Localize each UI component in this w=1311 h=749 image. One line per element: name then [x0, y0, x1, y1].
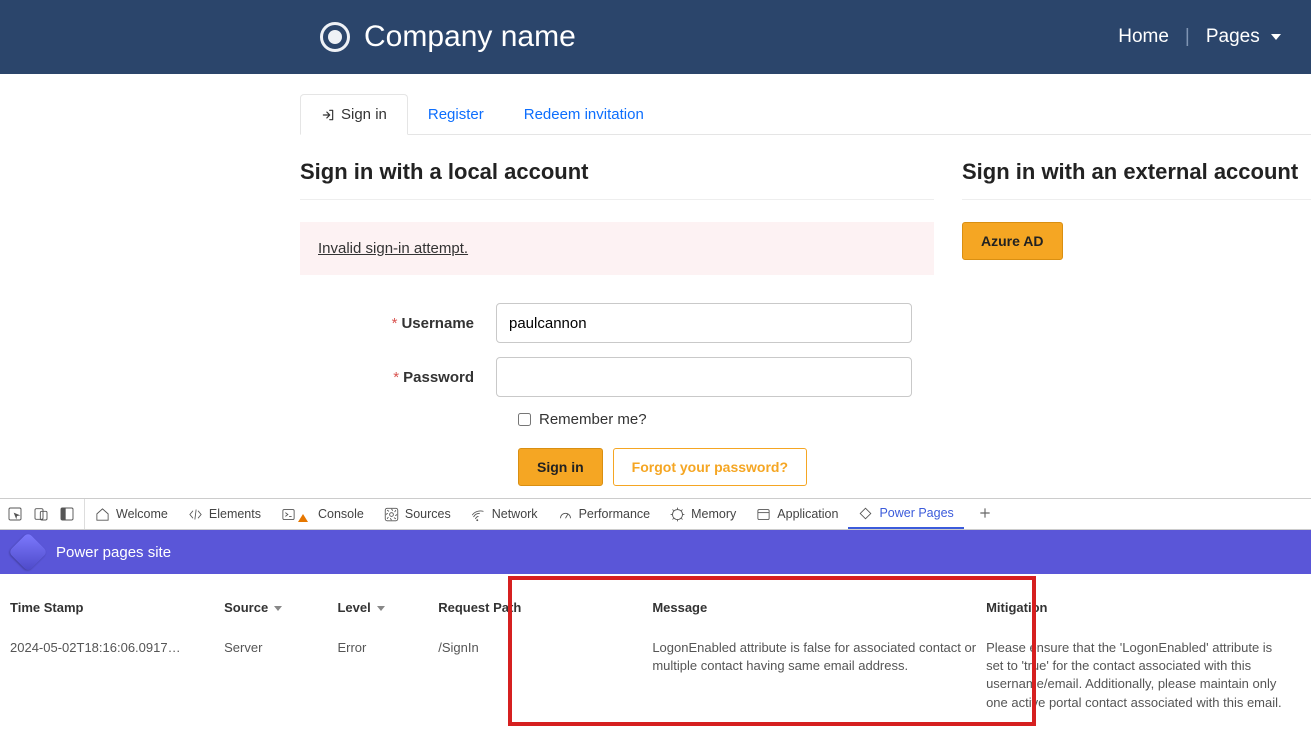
devtools-left-icons: [6, 499, 85, 529]
chevron-down-icon: [1271, 34, 1281, 40]
tab-redeem[interactable]: Redeem invitation: [504, 94, 664, 134]
remember-row: Remember me?: [518, 411, 934, 428]
page-content: Sign in Register Redeem invitation Sign …: [0, 74, 1311, 486]
th-mitigation[interactable]: Mitigation: [986, 588, 1301, 633]
brand-logo-icon: [320, 22, 350, 52]
console-icon: [281, 507, 296, 522]
devtools-tab-sources[interactable]: Sources: [374, 499, 461, 529]
brand[interactable]: Company name: [320, 20, 576, 54]
password-input[interactable]: [496, 357, 912, 397]
password-row: *Password: [300, 357, 934, 397]
devtools-tab-application[interactable]: Application: [746, 499, 848, 529]
local-signin-heading: Sign in with a local account: [300, 159, 934, 185]
signin-button[interactable]: Sign in: [518, 448, 603, 486]
required-asterisk: *: [393, 369, 399, 386]
sources-icon: [384, 507, 399, 522]
cell-mitigation: Please ensure that the 'LogonEnabled' at…: [986, 633, 1301, 718]
forgot-password-button[interactable]: Forgot your password?: [613, 448, 807, 486]
plus-icon: [978, 506, 992, 520]
divider: [962, 199, 1311, 200]
nav-right: Home | Pages: [1118, 26, 1291, 48]
cell-path: /SignIn: [438, 633, 652, 718]
signin-buttons: Sign in Forgot your password?: [518, 448, 934, 486]
devtools-tabstrip: Welcome Elements Console Sources Network…: [0, 498, 1311, 530]
th-path[interactable]: Request Path: [438, 588, 652, 633]
top-navbar: Company name Home | Pages: [0, 0, 1311, 74]
performance-icon: [558, 507, 573, 522]
nav-home-link[interactable]: Home: [1118, 26, 1169, 48]
divider: [300, 199, 934, 200]
devtools-add-tab[interactable]: [968, 506, 1002, 523]
cell-message: LogonEnabled attribute is false for asso…: [652, 633, 986, 718]
devtools-tab-network[interactable]: Network: [461, 499, 548, 529]
powerpages-table-wrap: Time Stamp Source Level Request Path Mes…: [0, 574, 1311, 748]
username-input[interactable]: [496, 303, 912, 343]
th-message[interactable]: Message: [652, 588, 986, 633]
devtools-tab-welcome[interactable]: Welcome: [85, 499, 178, 529]
nav-pages-dropdown[interactable]: Pages: [1206, 26, 1281, 48]
tab-signin[interactable]: Sign in: [300, 94, 408, 135]
powerpages-logo-icon: [8, 532, 48, 572]
username-label: *Username: [300, 315, 496, 332]
devtools-tab-performance[interactable]: Performance: [548, 499, 661, 529]
auth-tabs: Sign in Register Redeem invitation: [300, 94, 1311, 135]
network-icon: [471, 507, 486, 522]
memory-icon: [670, 507, 685, 522]
signin-error-text: Invalid sign-in attempt.: [318, 240, 468, 257]
devtools-tab-powerpages[interactable]: Power Pages: [848, 499, 963, 529]
log-table: Time Stamp Source Level Request Path Mes…: [10, 588, 1301, 718]
azure-ad-button[interactable]: Azure AD: [962, 222, 1063, 260]
username-row: *Username: [300, 303, 934, 343]
required-asterisk: *: [392, 315, 398, 332]
powerpages-icon: [858, 506, 873, 521]
password-label: *Password: [300, 369, 496, 386]
brand-name: Company name: [364, 20, 576, 54]
devtools-tab-memory[interactable]: Memory: [660, 499, 746, 529]
external-signin-heading: Sign in with an external account: [962, 159, 1311, 185]
device-toggle-icon[interactable]: [32, 505, 50, 523]
tab-register[interactable]: Register: [408, 94, 504, 134]
remember-checkbox[interactable]: [518, 413, 531, 426]
chevron-down-icon: [377, 606, 385, 611]
powerpages-panel-header: Power pages site: [0, 530, 1311, 574]
dock-side-icon[interactable]: [58, 505, 76, 523]
local-signin-column: Sign in with a local account Invalid sig…: [300, 135, 934, 486]
remember-label: Remember me?: [539, 411, 647, 428]
warning-badge-icon: [298, 514, 308, 522]
devtools-tab-console[interactable]: Console: [271, 499, 374, 529]
th-level[interactable]: Level: [337, 588, 438, 633]
nav-separator: |: [1185, 26, 1190, 48]
cell-timestamp: 2024-05-02T18:16:06.0917…: [10, 633, 224, 718]
cell-source: Server: [224, 633, 337, 718]
elements-icon: [188, 507, 203, 522]
signin-error-box: Invalid sign-in attempt.: [300, 222, 934, 275]
application-icon: [756, 507, 771, 522]
th-timestamp[interactable]: Time Stamp: [10, 588, 224, 633]
powerpages-title: Power pages site: [56, 544, 171, 561]
tab-signin-label: Sign in: [341, 106, 387, 123]
th-source[interactable]: Source: [224, 588, 337, 633]
devtools-tab-elements[interactable]: Elements: [178, 499, 271, 529]
inspect-icon[interactable]: [6, 505, 24, 523]
nav-pages-label: Pages: [1206, 26, 1260, 47]
home-icon: [95, 507, 110, 522]
signin-arrow-icon: [321, 108, 335, 122]
external-signin-column: Sign in with an external account Azure A…: [962, 135, 1311, 486]
chevron-down-icon: [274, 606, 282, 611]
table-row[interactable]: 2024-05-02T18:16:06.0917… Server Error /…: [10, 633, 1301, 718]
cell-level: Error: [337, 633, 438, 718]
